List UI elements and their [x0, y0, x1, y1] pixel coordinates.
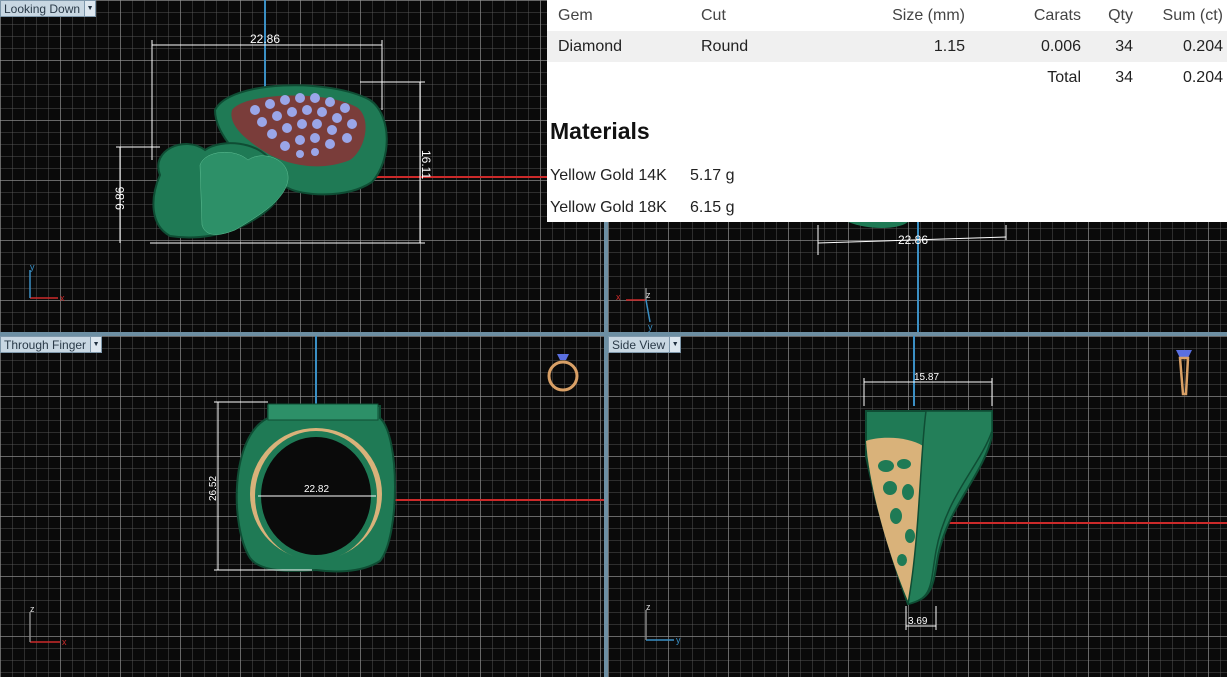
- total-label: Total: [1047, 68, 1081, 86]
- col-header-qty: Qty: [1108, 6, 1133, 24]
- dropdown-arrow-icon[interactable]: ▼: [669, 337, 681, 352]
- material-name: Yellow Gold 18K: [550, 199, 667, 216]
- dim-inner-diameter: 22.82: [304, 484, 329, 495]
- viewport-selector-through-finger[interactable]: Through Finger ▼: [0, 336, 103, 353]
- viewport-divider-horizontal[interactable]: [0, 332, 1227, 336]
- gem-table: Gem Cut Size (mm) Carats Qty Sum (ct) Di…: [547, 0, 1227, 93]
- materials-heading: Materials: [550, 118, 650, 144]
- material-row: Yellow Gold 14K 5.17 g: [550, 167, 734, 185]
- viewport-through-finger[interactable]: 22.82 26.52 x z Through Finger ▼: [0, 336, 604, 677]
- dropdown-arrow-icon[interactable]: ▼: [84, 1, 96, 16]
- dim-height-right: 16.11: [419, 150, 433, 179]
- cell-gem: Diamond: [547, 31, 697, 62]
- svg-text:x: x: [60, 293, 65, 303]
- col-header-cut: Cut: [701, 6, 726, 24]
- axis-widget-xz-through: x z: [29, 604, 67, 647]
- viewport-label-side-view: Side View: [612, 338, 666, 352]
- material-name: Yellow Gold 14K: [550, 167, 667, 184]
- cell-cut: Round: [697, 31, 847, 62]
- ring-edge-front: [848, 222, 908, 228]
- axis-widget-xz: x z y: [616, 288, 653, 332]
- ring-top-band: [267, 403, 379, 421]
- gem-report-panel: Gem Cut Size (mm) Carats Qty Sum (ct) Di…: [547, 0, 1227, 222]
- material-weight: 6.15 g: [690, 199, 735, 216]
- viewport-selector-looking-down[interactable]: Looking Down ▼: [0, 0, 97, 17]
- total-qty: 34: [1115, 68, 1133, 86]
- col-header-gem: Gem: [558, 6, 593, 24]
- total-sum: 0.204: [1182, 68, 1223, 86]
- axis-widget-xy: x y: [29, 262, 65, 303]
- svg-text:y: y: [648, 322, 653, 332]
- ring-side-icon[interactable]: [1176, 350, 1192, 396]
- dim-width-top: 22.86: [250, 32, 280, 46]
- cell-qty: 34: [1085, 31, 1137, 62]
- dim-top-side: 15.87: [914, 372, 939, 383]
- heart-face: [199, 152, 289, 235]
- cell-size: 1.15: [847, 31, 969, 62]
- svg-text:z: z: [646, 290, 651, 300]
- viewport-selector-side-view[interactable]: Side View ▼: [608, 336, 682, 353]
- svg-text:z: z: [30, 604, 35, 614]
- table-total-row: Total 34 0.204: [547, 62, 1227, 93]
- dim-height-left: 9.86: [113, 186, 127, 210]
- viewport-label-looking-down: Looking Down: [4, 2, 81, 16]
- dim-width-front: 22.86: [898, 233, 928, 247]
- material-weight: 5.17 g: [690, 167, 735, 184]
- table-row: Diamond Round 1.15 0.006 34 0.204: [547, 31, 1227, 62]
- dropdown-arrow-icon[interactable]: ▼: [90, 337, 102, 352]
- through-finger-scene: 22.82 26.52 x z: [29, 336, 604, 647]
- svg-text:y: y: [676, 635, 681, 645]
- dim-height-through: 26.52: [208, 476, 219, 501]
- svg-text:x: x: [62, 637, 67, 647]
- svg-text:y: y: [30, 262, 35, 272]
- cell-sum: 0.204: [1137, 31, 1227, 62]
- cell-carats: 0.006: [969, 31, 1085, 62]
- viewport-label-through-finger: Through Finger: [4, 338, 87, 352]
- dim-bottom-side: 3.69: [908, 616, 928, 627]
- svg-text:z: z: [646, 602, 651, 612]
- col-header-sum: Sum (ct): [1162, 6, 1223, 24]
- svg-text:x: x: [616, 292, 621, 302]
- looking-down-scene: 22.86 16.11 9.86 x y: [29, 0, 604, 303]
- col-header-size: Size (mm): [892, 6, 965, 24]
- gem-table-header: Gem Cut Size (mm) Carats Qty Sum (ct): [547, 0, 1227, 31]
- col-header-carats: Carats: [1033, 6, 1081, 24]
- material-row: Yellow Gold 18K 6.15 g: [550, 199, 734, 217]
- viewport-side-view[interactable]: 15.87 3.69 y z Side View ▼: [608, 336, 1227, 677]
- viewport-looking-down[interactable]: 22.86 16.11 9.86 x y Looking Down ▼: [0, 0, 604, 332]
- ring-front-icon[interactable]: [547, 354, 579, 392]
- side-view-scene: 15.87 3.69 y z: [645, 336, 1227, 645]
- axis-widget-yz: y z: [645, 602, 681, 645]
